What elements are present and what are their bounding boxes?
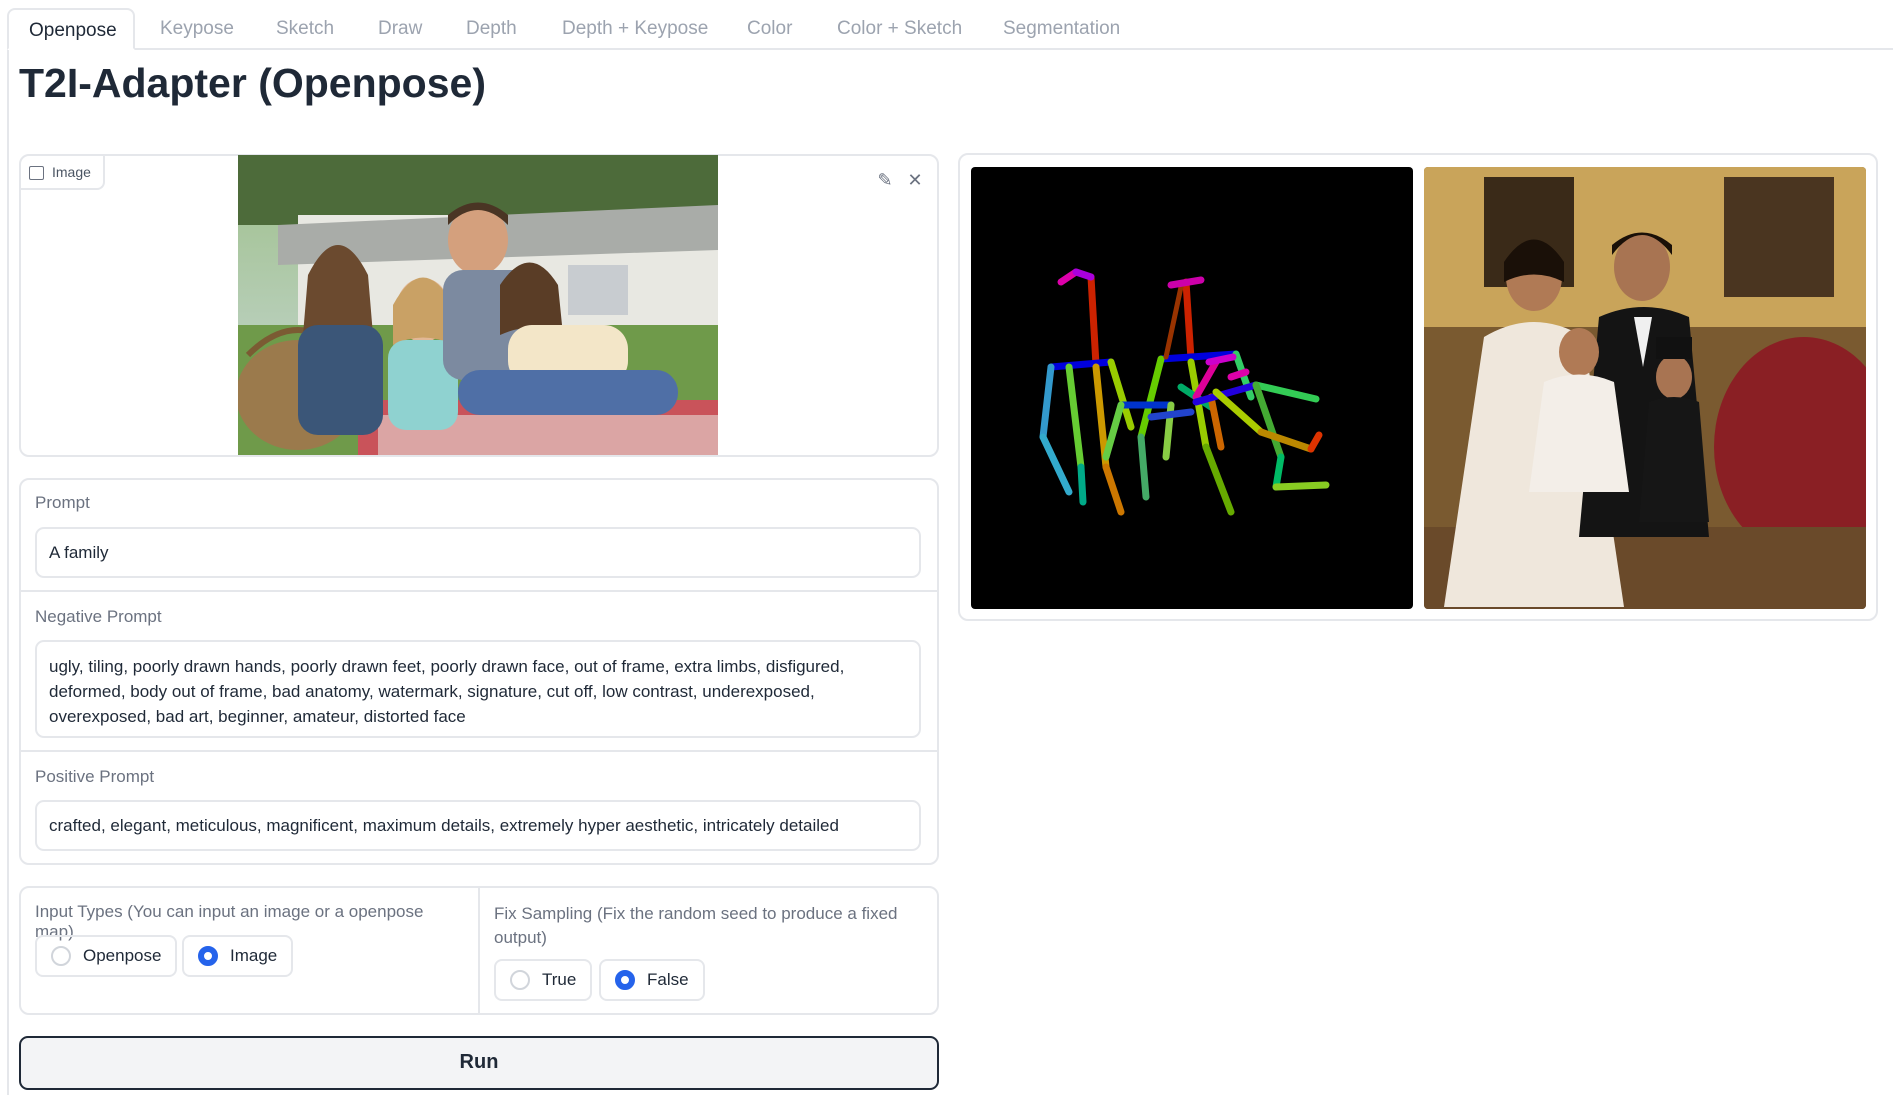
image-badge: Image [21, 156, 105, 190]
positive-prompt-label: Positive Prompt [35, 767, 155, 786]
tab-openpose[interactable]: Openpose [7, 8, 135, 50]
radio-true[interactable]: True [494, 959, 593, 1001]
page-title: T2I-Adapter (Openpose) [19, 60, 486, 106]
tab-color[interactable]: Color [727, 8, 812, 50]
radio-dot [615, 970, 635, 990]
divider [21, 750, 937, 752]
radio-dot [51, 946, 71, 966]
negative-prompt-label: Negative Prompt [35, 607, 162, 626]
radio-false[interactable]: False [599, 959, 705, 1001]
radio-openpose-label: Openpose [83, 946, 162, 965]
radio-openpose[interactable]: Openpose [35, 935, 178, 977]
close-icon[interactable]: ✕ [903, 168, 927, 192]
tab-depth-keypose[interactable]: Depth + Keypose [542, 8, 728, 50]
image-badge-label: Image [52, 164, 91, 180]
divider [478, 888, 480, 1013]
radio-image-label: Image [230, 946, 278, 965]
image-icon [29, 166, 44, 181]
pencil-icon[interactable]: ✎ [873, 168, 897, 192]
tab-sketch[interactable]: Sketch [256, 8, 354, 50]
negative-prompt-input[interactable]: ugly, tiling, poorly drawn hands, poorly… [35, 640, 921, 738]
radio-dot [198, 946, 218, 966]
radio-false-label: False [647, 970, 689, 989]
positive-prompt-input[interactable]: crafted, elegant, meticulous, magnificen… [35, 800, 921, 851]
fix-sampling-label: Fix Sampling (Fix the random seed to pro… [494, 904, 898, 947]
input-photo [238, 155, 718, 455]
run-button[interactable]: Run [19, 1036, 939, 1090]
radio-true-label: True [542, 970, 577, 989]
tab-color-sketch[interactable]: Color + Sketch [817, 8, 982, 50]
radio-image[interactable]: Image [182, 935, 294, 977]
tab-depth[interactable]: Depth [446, 8, 537, 50]
divider [21, 590, 937, 592]
prompt-label: Prompt [35, 493, 90, 512]
generated-image[interactable] [1424, 167, 1866, 609]
prompt-input[interactable]: A family [35, 527, 921, 578]
tab-segmentation[interactable]: Segmentation [983, 8, 1140, 50]
openpose-map-image[interactable] [971, 167, 1413, 609]
tab-draw[interactable]: Draw [358, 8, 442, 50]
radio-dot [510, 970, 530, 990]
tab-keypose[interactable]: Keypose [140, 8, 254, 50]
